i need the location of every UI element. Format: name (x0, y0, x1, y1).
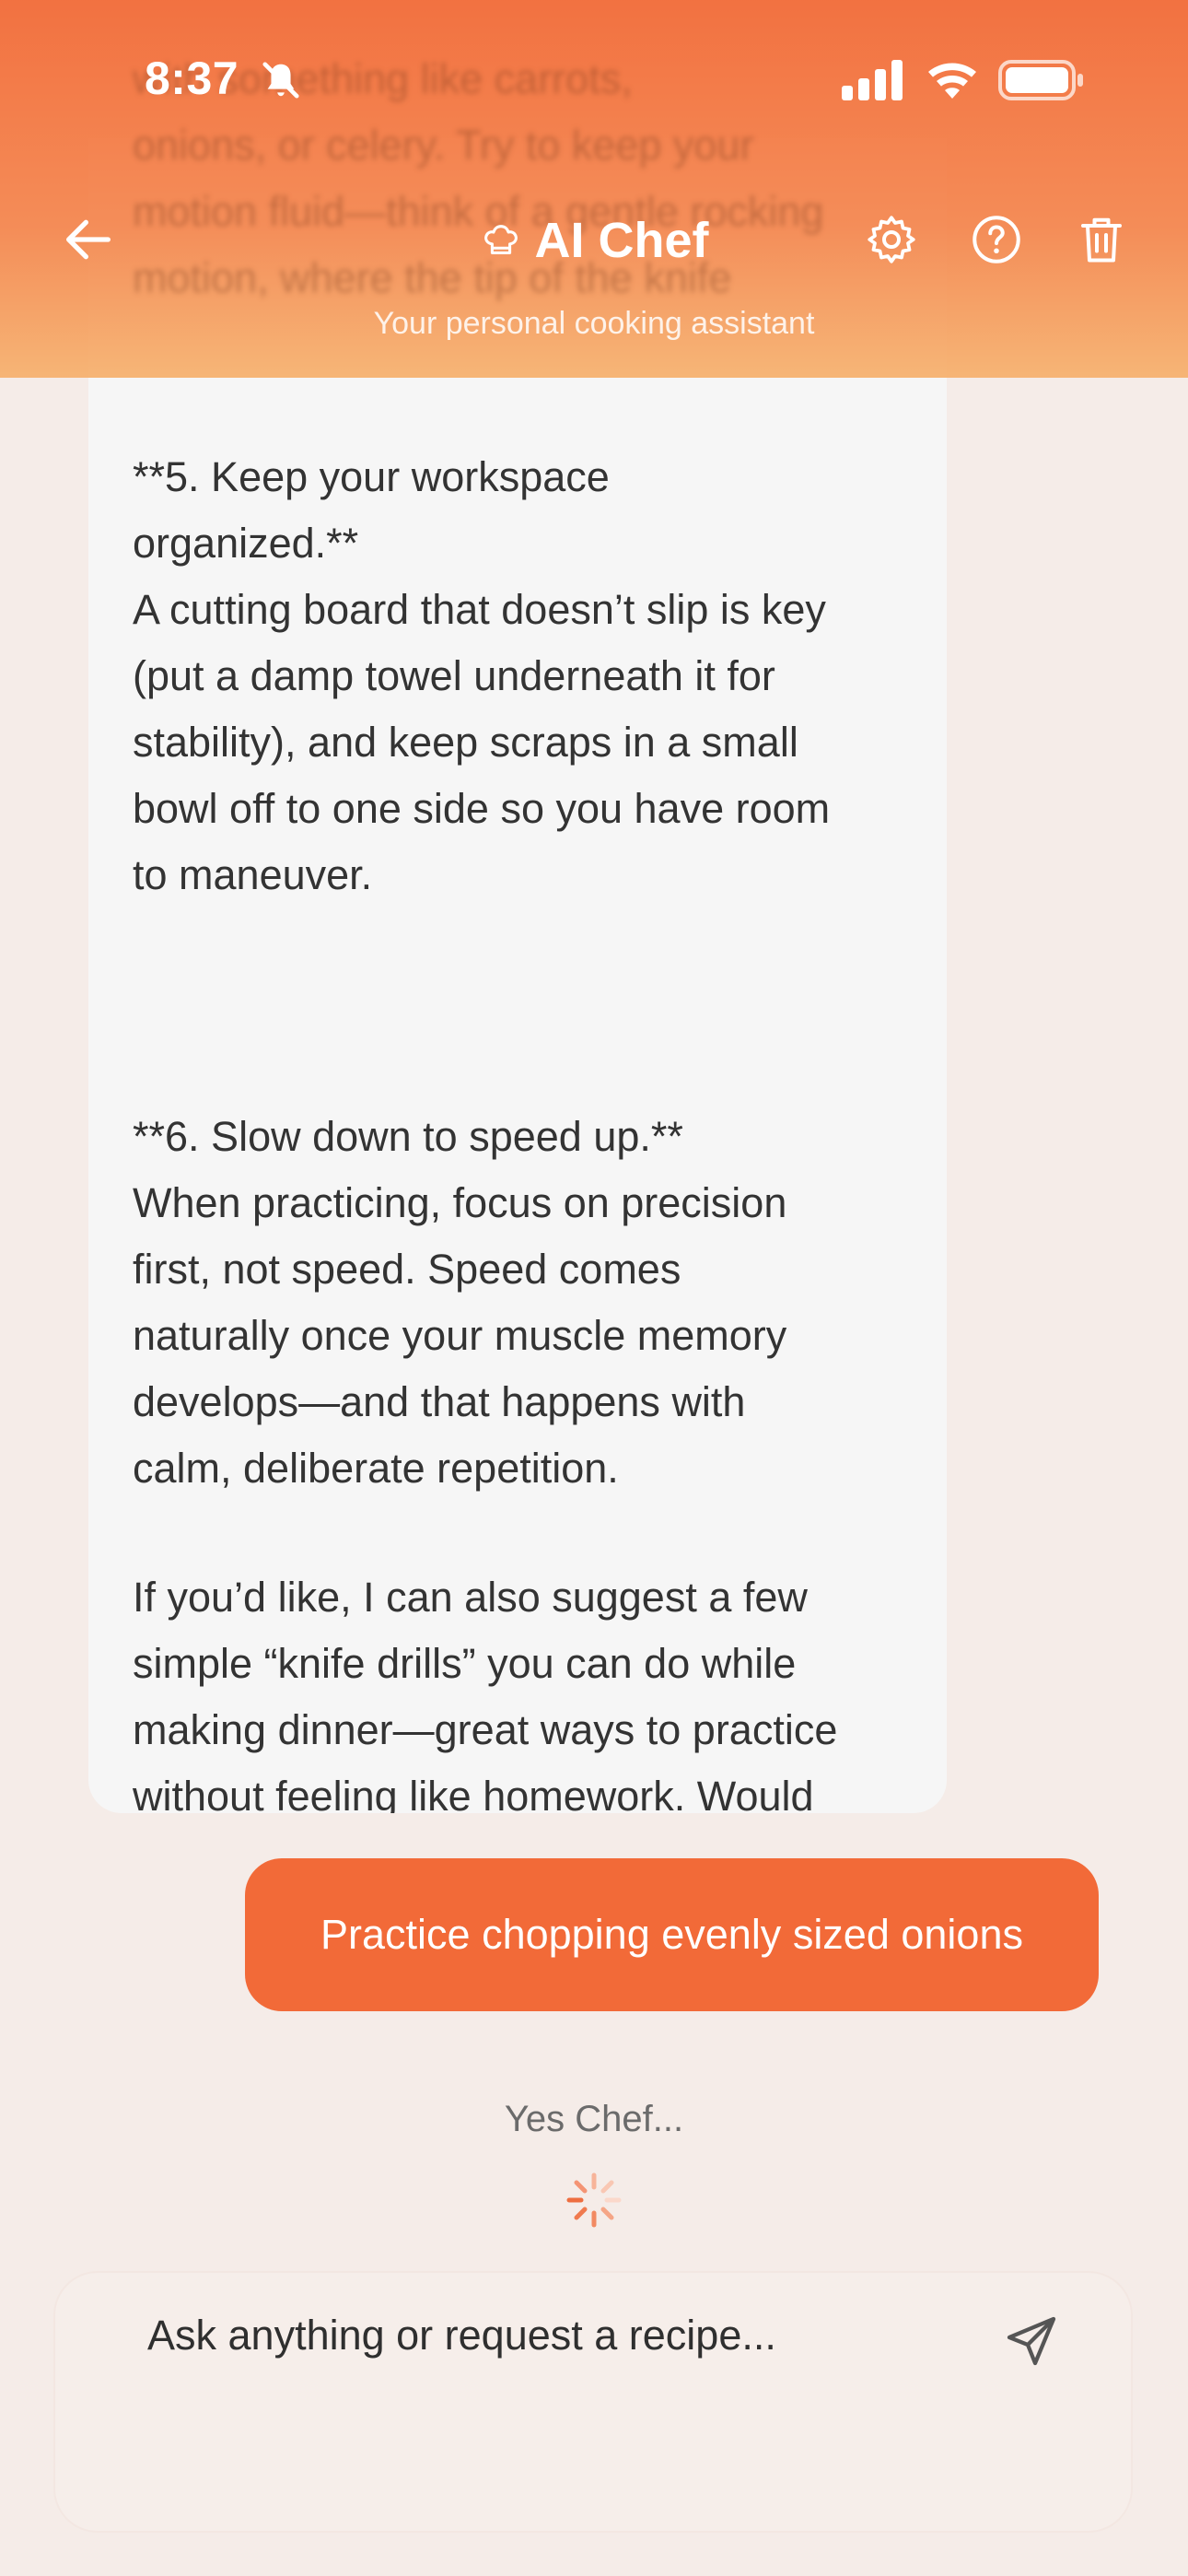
message-composer (53, 2271, 1133, 2533)
settings-gear-icon[interactable] (864, 212, 919, 267)
app-header: with something like carrots, onions, or … (0, 0, 1188, 378)
message-input[interactable] (112, 2310, 1066, 2361)
trash-icon[interactable] (1074, 212, 1129, 267)
scrolled-message-ghost: with something like carrots, onions, or … (133, 55, 824, 301)
chat-area: **5. Keep your workspace organized.** A … (0, 0, 1188, 2576)
user-message: Practice chopping evenly sized onions (245, 1858, 1099, 2011)
status-time: 8:37 (145, 53, 239, 104)
send-button[interactable] (985, 2295, 1077, 2387)
user-message-text: Practice chopping evenly sized onions (320, 1911, 1023, 1958)
back-arrow-icon[interactable] (59, 210, 118, 269)
cellular-signal-icon (842, 60, 903, 100)
send-icon (1007, 2316, 1056, 2366)
silent-mode-bell-icon (262, 62, 299, 99)
loading-spinner-icon (566, 2172, 622, 2228)
assistant-closing: If you’d like, I can also suggest a few … (133, 1574, 838, 1813)
assistant-message: **5. Keep your workspace organized.** A … (88, 138, 947, 1813)
battery-icon (998, 60, 1083, 100)
help-question-icon[interactable] (969, 212, 1024, 267)
wifi-icon (928, 63, 976, 99)
page-subtitle: Your personal cooking assistant (373, 306, 815, 341)
typing-indicator-label: Yes Chef... (504, 2099, 684, 2139)
assistant-tip-5: **5. Keep your workspace organized.** A … (133, 453, 831, 898)
assistant-tip-6: **6. Slow down to speed up.** When pract… (133, 1113, 787, 1492)
